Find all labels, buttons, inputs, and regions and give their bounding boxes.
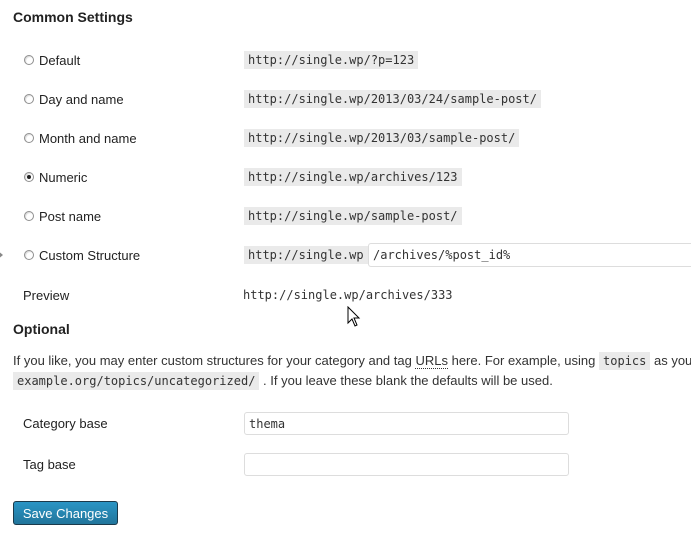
desc-text: . If you leave these blank the defaults …	[259, 373, 553, 388]
example-url: http://single.wp/sample-post/	[244, 207, 462, 225]
option-label: Post name	[39, 208, 102, 224]
radio-numeric[interactable]	[24, 172, 34, 182]
option-label: Day and name	[39, 91, 124, 107]
permalink-option-custom-structure[interactable]: Custom Structure http://single.wp	[0, 243, 691, 267]
permalink-option-numeric[interactable]: Numeric http://single.wp/archives/123	[0, 165, 691, 189]
example-url: http://single.wp/2013/03/sample-post/	[244, 129, 520, 147]
example-url: http://single.wp/?p=123	[244, 51, 419, 69]
radio-month-and-name[interactable]	[24, 133, 34, 143]
save-changes-button[interactable]: Save Changes	[13, 501, 118, 525]
tag-base-label: Tag base	[23, 457, 76, 472]
permalink-option-month-and-name[interactable]: Month and name http://single.wp/2013/03/…	[0, 126, 691, 150]
example-url: http://single.wp/archives/123	[244, 168, 462, 186]
desc-text: here. For example, using	[447, 353, 600, 368]
code-example-url: example.org/topics/uncategorized/	[13, 372, 260, 390]
desc-text: If you like, you may enter custom struct…	[13, 353, 416, 368]
optional-description: If you like, you may enter custom struct…	[13, 351, 691, 371]
category-base-label: Category base	[23, 416, 108, 431]
tag-base-input[interactable]	[244, 453, 569, 476]
option-label: Custom Structure	[39, 247, 141, 263]
custom-structure-input[interactable]	[368, 243, 691, 267]
permalink-option-default[interactable]: Default http://single.wp/?p=123	[0, 48, 691, 72]
desc-text: as your category base would make your ca…	[653, 353, 691, 368]
option-label: Default	[39, 52, 81, 68]
code-topics: topics	[599, 352, 651, 370]
permalink-option-day-and-name[interactable]: Day and name http://single.wp/2013/03/24…	[0, 87, 691, 111]
radio-custom-structure[interactable]	[24, 250, 34, 260]
preview-label: Preview	[23, 288, 70, 303]
radio-day-and-name[interactable]	[24, 94, 34, 104]
urls-abbr: URLs	[415, 353, 448, 369]
radio-post-name[interactable]	[24, 211, 34, 221]
common-settings-heading: Common Settings	[13, 9, 133, 25]
example-url: http://single.wp/2013/03/24/sample-post/	[244, 90, 541, 108]
mouse-cursor-icon	[347, 306, 361, 327]
custom-prefix: http://single.wp	[244, 246, 368, 264]
pointer-arrow-icon	[0, 250, 3, 260]
optional-heading: Optional	[13, 321, 70, 337]
category-base-input[interactable]	[244, 412, 569, 435]
permalink-option-post-name[interactable]: Post name http://single.wp/sample-post/	[0, 204, 691, 228]
preview-value: http://single.wp/archives/333	[243, 288, 453, 302]
option-label: Month and name	[39, 130, 137, 146]
option-label: Numeric	[39, 169, 88, 185]
optional-description-line2: example.org/topics/uncategorized/ . If y…	[13, 371, 691, 391]
radio-default[interactable]	[24, 55, 34, 65]
